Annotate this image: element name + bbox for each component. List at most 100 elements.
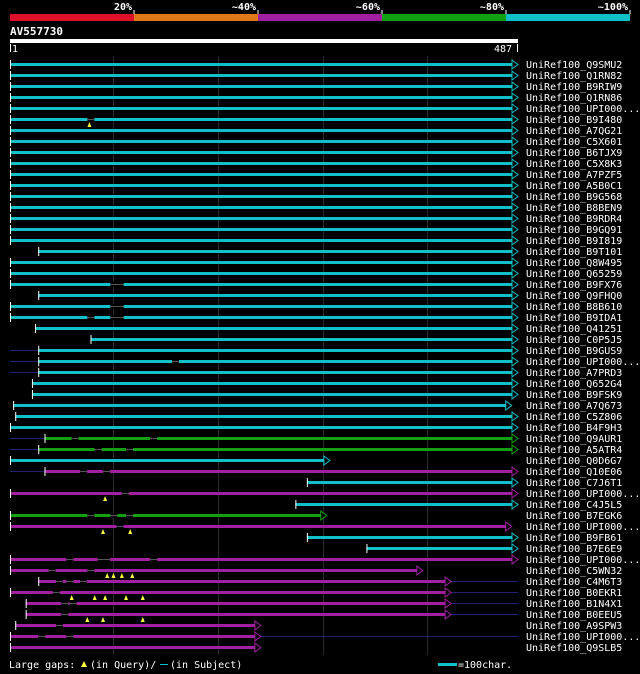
hit-row[interactable]: UniRef100_Q9SLB5 xyxy=(10,642,622,654)
hit-name[interactable]: UniRef100_B0EEU5 xyxy=(526,610,622,621)
hit-name[interactable]: UniRef100_Q9FHQ0 xyxy=(526,291,622,302)
hit-name[interactable]: UniRef100_C4J5L5 xyxy=(526,500,622,511)
hit-name[interactable]: UniRef100_B0EKR1 xyxy=(526,588,622,599)
hit-name[interactable]: UniRef100_C5Z806 xyxy=(526,412,622,423)
hit-row[interactable]: UniRef100_B9FSK9 xyxy=(31,389,622,401)
hit-name[interactable]: UniRef100_B4F9H3 xyxy=(526,423,622,434)
hit-row[interactable]: UniRef100_A7PRD3 xyxy=(10,367,622,379)
hit-name[interactable]: UniRef100_UPI000... xyxy=(526,632,640,643)
hit-name[interactable]: UniRef100_A7PZF5 xyxy=(526,170,622,181)
hit-name[interactable]: UniRef100_Q652G4 xyxy=(526,379,622,390)
hit-row[interactable]: UniRef100_B9GQ91 xyxy=(10,224,622,236)
hit-row[interactable]: UniRef100_Q1RN82 xyxy=(10,70,622,82)
hit-row[interactable]: UniRef100_B9RIW9 xyxy=(10,81,622,93)
hit-name[interactable]: UniRef100_A5ATR4 xyxy=(526,445,622,456)
hit-name[interactable]: UniRef100_B9FX76 xyxy=(526,280,622,291)
hit-row[interactable]: UniRef100_A5ATR4 xyxy=(10,444,622,456)
hit-row[interactable]: UniRef100_C5Z806 xyxy=(15,411,622,423)
hit-row[interactable]: UniRef100_C4J5L5 xyxy=(295,499,622,511)
hit-row[interactable]: UniRef100_C4M6T3 xyxy=(38,576,622,588)
hit-name[interactable]: UniRef100_B9I480 xyxy=(526,115,622,126)
hit-name[interactable]: UniRef100_B9RIW9 xyxy=(526,82,622,93)
hit-row[interactable]: UniRef100_Q9AUR1 xyxy=(10,433,622,445)
hit-row[interactable]: UniRef100_Q652G4 xyxy=(31,378,622,390)
hit-name[interactable]: UniRef100_UPI000... xyxy=(526,357,640,368)
hit-name[interactable]: UniRef100_Q0D6G7 xyxy=(526,456,622,467)
hit-name[interactable]: UniRef100_B9FSK9 xyxy=(526,390,622,401)
hit-name[interactable]: UniRef100_Q8W495 xyxy=(526,258,622,269)
hit-name[interactable]: UniRef100_Q1RN86 xyxy=(526,93,622,104)
hit-name[interactable]: UniRef100_B9FB61 xyxy=(526,533,622,544)
hit-row[interactable]: UniRef100_B8B610 xyxy=(10,301,622,313)
hit-name[interactable]: UniRef100_C4M6T3 xyxy=(526,577,622,588)
hit-row[interactable]: UniRef100_A7Q673 xyxy=(13,400,622,412)
hit-name[interactable]: UniRef100_A7PRD3 xyxy=(526,368,622,379)
hit-row[interactable]: UniRef100_B8BEN9 xyxy=(10,202,622,214)
hit-name[interactable]: UniRef100_Q10E06 xyxy=(526,467,622,478)
hit-name[interactable]: UniRef100_C5X8K3 xyxy=(526,159,622,170)
hit-name[interactable]: UniRef100_C5X601 xyxy=(526,137,622,148)
hit-row[interactable]: UniRef100_B7E6E9 xyxy=(366,543,622,555)
hit-name[interactable]: UniRef100_B9GQ91 xyxy=(526,225,622,236)
hit-name[interactable]: UniRef100_B9RDR4 xyxy=(526,214,622,225)
hit-row[interactable]: UniRef100_Q0D6G7 xyxy=(10,455,622,467)
hit-name[interactable]: UniRef100_B8B610 xyxy=(526,302,622,313)
hit-name[interactable]: UniRef100_B9G568 xyxy=(526,192,622,203)
hit-row[interactable]: UniRef100_A9SPW3 xyxy=(15,620,622,632)
hit-name[interactable]: UniRef100_C7J6T1 xyxy=(526,478,622,489)
hit-name[interactable]: UniRef100_B9T101 xyxy=(526,247,622,258)
hit-row[interactable]: UniRef100_C5X601 xyxy=(10,136,622,148)
hit-name[interactable]: UniRef100_UPI000... xyxy=(526,522,640,533)
hit-name[interactable]: UniRef100_B6TJX9 xyxy=(526,148,622,159)
hit-row[interactable]: UniRef100_A7PZF5 xyxy=(10,169,622,181)
hit-name[interactable]: UniRef100_B9IDA1 xyxy=(526,313,622,324)
hit-row[interactable]: UniRef100_Q65259 xyxy=(10,268,622,280)
hit-row[interactable]: UniRef100_B9FB61 xyxy=(306,532,622,544)
hit-row[interactable]: UniRef100_B9FX76 xyxy=(10,279,622,291)
hit-name[interactable]: UniRef100_UPI000... xyxy=(526,555,640,566)
hit-name[interactable]: UniRef100_C5WN32 xyxy=(526,566,622,577)
hit-row[interactable]: UniRef100_B4F9H3 xyxy=(10,422,622,434)
hit-row[interactable]: UniRef100_Q41251 xyxy=(35,323,622,335)
hit-row[interactable]: UniRef100_Q9SMU2 xyxy=(10,59,622,71)
hit-row[interactable]: UniRef100_A7QG21 xyxy=(10,125,622,137)
hit-name[interactable]: UniRef100_Q9SMU2 xyxy=(526,60,622,71)
hit-name[interactable]: UniRef100_A9SPW3 xyxy=(526,621,622,632)
hit-row[interactable]: UniRef100_UPI000... xyxy=(10,631,640,643)
hit-name[interactable]: UniRef100_UPI000... xyxy=(526,104,640,115)
hit-row[interactable]: UniRef100_B1N4X1 xyxy=(25,598,623,610)
hit-row[interactable]: UniRef100_B9G568 xyxy=(10,191,622,203)
hit-name[interactable]: UniRef100_B7EGK6 xyxy=(526,511,622,522)
hit-name[interactable]: UniRef100_Q65259 xyxy=(526,269,622,280)
hit-row[interactable]: UniRef100_B9T101 xyxy=(38,246,622,258)
hit-row[interactable]: UniRef100_B9I819 xyxy=(10,235,622,247)
hit-row[interactable]: UniRef100_Q10E06 xyxy=(10,466,622,478)
hit-name[interactable]: UniRef100_UPI000... xyxy=(526,489,640,500)
hit-name[interactable]: UniRef100_Q9SLB5 xyxy=(526,643,622,654)
hit-name[interactable]: UniRef100_B8BEN9 xyxy=(526,203,622,214)
hit-row[interactable]: UniRef100_UPI000... xyxy=(8,554,640,566)
hit-name[interactable]: UniRef100_B7E6E9 xyxy=(526,544,622,555)
hit-name[interactable]: UniRef100_B1N4X1 xyxy=(526,599,622,610)
hit-row[interactable]: UniRef100_B7EGK6 xyxy=(10,510,622,522)
hit-row[interactable]: UniRef100_B9IDA1 xyxy=(10,312,622,324)
hit-name[interactable]: UniRef100_A7QG21 xyxy=(526,126,622,137)
hit-name[interactable]: UniRef100_A7Q673 xyxy=(526,401,622,412)
hit-row[interactable]: UniRef100_B6TJX9 xyxy=(10,147,622,159)
hit-row[interactable]: UniRef100_A5B0C1 xyxy=(10,180,622,192)
hit-row[interactable]: UniRef100_B9GUS9 xyxy=(10,345,622,357)
hit-row[interactable]: UniRef100_Q9FHQ0 xyxy=(38,290,622,302)
hit-row[interactable]: UniRef100_UPI000... xyxy=(10,103,640,115)
hit-name[interactable]: UniRef100_Q9AUR1 xyxy=(526,434,622,445)
hit-name[interactable]: UniRef100_C0P5J5 xyxy=(526,335,622,346)
hit-name[interactable]: UniRef100_B9I819 xyxy=(526,236,622,247)
hit-row[interactable]: UniRef100_Q8W495 xyxy=(10,257,622,269)
hit-row[interactable]: UniRef100_C7J6T1 xyxy=(306,477,622,489)
hit-row[interactable]: UniRef100_C0P5J5 xyxy=(90,334,622,346)
hit-name[interactable]: UniRef100_A5B0C1 xyxy=(526,181,622,192)
hit-row[interactable]: UniRef100_UPI000... xyxy=(10,356,640,368)
hit-name[interactable]: UniRef100_Q1RN82 xyxy=(526,71,622,82)
hit-name[interactable]: UniRef100_Q41251 xyxy=(526,324,622,335)
hit-name[interactable]: UniRef100_B9GUS9 xyxy=(526,346,622,357)
hit-row[interactable]: UniRef100_C5X8K3 xyxy=(10,158,622,170)
